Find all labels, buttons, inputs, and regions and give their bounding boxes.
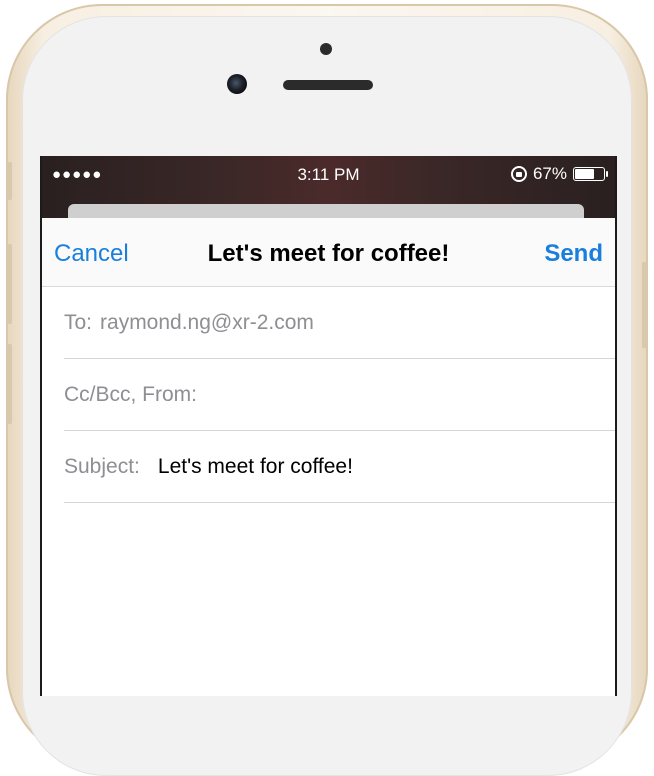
cc-bcc-from-label: Cc/Bcc, From: bbox=[64, 382, 198, 406]
volume-down-button bbox=[7, 344, 12, 424]
phone-screen: ●●●●● 3:11 PM 67% Cancel Let's meet for … bbox=[40, 156, 617, 696]
volume-up-button bbox=[7, 244, 12, 324]
mail-compose-sheet: Cancel Let's meet for coffee! Send To: r… bbox=[42, 218, 615, 696]
battery-fill bbox=[575, 169, 594, 179]
proximity-sensor bbox=[320, 43, 332, 55]
compose-title: Let's meet for coffee! bbox=[207, 240, 450, 267]
power-button bbox=[642, 262, 647, 348]
subject-input[interactable]: Let's meet for coffee! bbox=[158, 455, 353, 479]
send-button[interactable]: Send bbox=[544, 240, 603, 268]
compose-navbar: Cancel Let's meet for coffee! Send bbox=[42, 218, 615, 287]
earpiece-speaker bbox=[283, 80, 373, 90]
to-recipient[interactable]: raymond.ng@xr-2.com bbox=[100, 311, 314, 335]
message-body[interactable] bbox=[42, 503, 615, 696]
subject-label: Subject: bbox=[64, 454, 140, 478]
mute-switch bbox=[7, 162, 12, 200]
cc-bcc-from-field[interactable]: Cc/Bcc, From: bbox=[64, 359, 615, 431]
to-label: To: bbox=[64, 310, 93, 334]
battery-percent: 67% bbox=[532, 164, 567, 183]
front-camera bbox=[227, 74, 247, 94]
to-field[interactable]: To: raymond.ng@xr-2.com bbox=[64, 287, 615, 359]
subject-field[interactable]: Subject: Let's meet for coffee! bbox=[64, 431, 615, 503]
battery-icon bbox=[573, 167, 608, 181]
rotation-lock-icon bbox=[510, 166, 527, 182]
status-right-group: 67% bbox=[510, 164, 608, 184]
